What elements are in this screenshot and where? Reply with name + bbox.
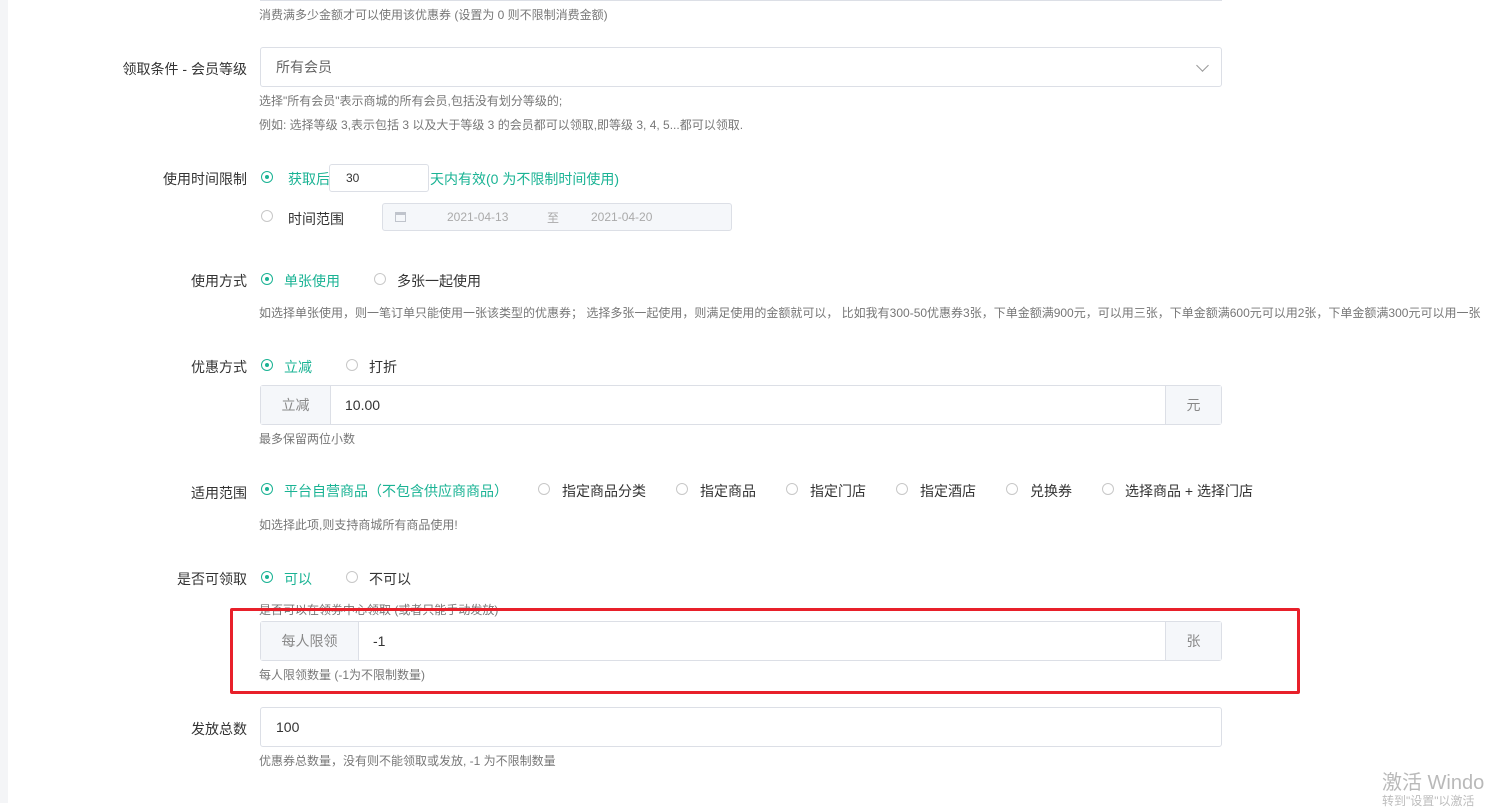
radio-multi-use[interactable] bbox=[374, 273, 386, 285]
discount-mode-label: 优惠方式 bbox=[191, 359, 247, 375]
radio-claimable-no[interactable] bbox=[346, 571, 358, 583]
scope-label: 适用范围 bbox=[191, 485, 247, 501]
radio-single-use[interactable] bbox=[261, 273, 273, 285]
radio-date-range[interactable] bbox=[261, 210, 273, 222]
radio-scope-category[interactable] bbox=[538, 483, 550, 495]
member-level-hint-1: 选择"所有会员"表示商城的所有会员,包括没有划分等级的; bbox=[259, 94, 563, 108]
radio-scope-voucher[interactable] bbox=[1006, 483, 1018, 495]
single-use-label: 单张使用 bbox=[284, 273, 340, 289]
radio-claimable-yes[interactable] bbox=[261, 571, 273, 583]
after-claim-suffix: 天内有效(0 为不限制时间使用) bbox=[430, 171, 619, 187]
radio-scope-hotel[interactable] bbox=[896, 483, 908, 495]
discount-amount-input[interactable]: 立减 10.00 元 bbox=[260, 385, 1222, 425]
scope-option-label: 指定酒店 bbox=[920, 483, 976, 499]
multi-use-label: 多张一起使用 bbox=[397, 273, 481, 289]
discount-value: 10.00 bbox=[345, 397, 381, 413]
date-range-label: 时间范围 bbox=[288, 211, 344, 227]
usage-mode-hint: 如选择单张使用，则一笔订单只能使用一张该类型的优惠券； 选择多张一起使用，则满足… bbox=[259, 306, 1481, 320]
chevron-down-icon bbox=[1196, 59, 1209, 72]
valid-days-input[interactable]: 30 bbox=[329, 164, 429, 192]
radio-percent-off[interactable] bbox=[346, 359, 358, 371]
scope-option-label: 指定商品分类 bbox=[562, 483, 646, 499]
date-start: 2021-04-13 bbox=[447, 210, 509, 224]
highlight-frame bbox=[230, 608, 1300, 694]
member-level-select[interactable]: 所有会员 bbox=[260, 47, 1222, 87]
usage-mode-label: 使用方式 bbox=[191, 273, 247, 289]
min-spend-input-edge[interactable] bbox=[260, 0, 1222, 1]
member-level-hint-2: 例如: 选择等级 3,表示包括 3 以及大于等级 3 的会员都可以领取,即等级 … bbox=[259, 118, 744, 132]
total-quantity-input[interactable]: 100 bbox=[260, 707, 1222, 747]
date-end: 2021-04-20 bbox=[591, 210, 653, 224]
min-spend-hint: 消费满多少金额才可以使用该优惠券 (设置为 0 则不限制消费金额) bbox=[259, 8, 608, 22]
scope-hint: 如选择此项,则支持商城所有商品使用! bbox=[259, 518, 458, 532]
scope-option-label: 兑换券 bbox=[1030, 483, 1072, 499]
left-gutter bbox=[0, 0, 8, 803]
member-level-label: 领取条件 - 会员等级 bbox=[122, 61, 247, 77]
after-claim-prefix: 获取后 bbox=[288, 171, 330, 187]
radio-scope-store[interactable] bbox=[786, 483, 798, 495]
scope-option-label: 指定门店 bbox=[810, 483, 866, 499]
radio-scope-goods[interactable] bbox=[676, 483, 688, 495]
claimable-yes-label: 可以 bbox=[284, 571, 312, 587]
discount-prefix: 立减 bbox=[261, 386, 331, 424]
member-level-value: 所有会员 bbox=[276, 59, 332, 75]
scope-option-label: 平台自营商品（不包含供应商商品） bbox=[284, 483, 508, 499]
total-label: 发放总数 bbox=[191, 721, 247, 737]
discount-hint: 最多保留两位小数 bbox=[259, 432, 356, 446]
activation-watermark: 激活 Windo bbox=[1382, 772, 1485, 794]
scope-option-label: 指定商品 bbox=[700, 483, 756, 499]
claimable-label: 是否可领取 bbox=[177, 571, 247, 587]
discount-suffix: 元 bbox=[1165, 386, 1221, 424]
total-hint: 优惠券总数量，没有则不能领取或发放, -1 为不限制数量 bbox=[259, 754, 556, 768]
calendar-icon bbox=[395, 212, 406, 222]
radio-scope-self-operated[interactable] bbox=[261, 483, 273, 495]
percent-off-label: 打折 bbox=[369, 359, 397, 375]
radio-after-claim[interactable] bbox=[261, 171, 273, 183]
total-value: 100 bbox=[276, 719, 300, 735]
radio-reduce[interactable] bbox=[261, 359, 273, 371]
reduce-label: 立减 bbox=[284, 359, 312, 375]
valid-days-value: 30 bbox=[346, 171, 360, 185]
time-limit-label: 使用时间限制 bbox=[163, 171, 247, 187]
date-separator: 至 bbox=[547, 210, 560, 225]
activation-watermark-sub: 转到"设置"以激活 bbox=[1382, 794, 1475, 808]
radio-scope-goods-store[interactable] bbox=[1102, 483, 1114, 495]
scope-option-label: 选择商品 + 选择门店 bbox=[1125, 483, 1253, 499]
claimable-no-label: 不可以 bbox=[369, 571, 411, 587]
date-range-picker[interactable]: 2021-04-13 至 2021-04-20 bbox=[382, 203, 732, 231]
